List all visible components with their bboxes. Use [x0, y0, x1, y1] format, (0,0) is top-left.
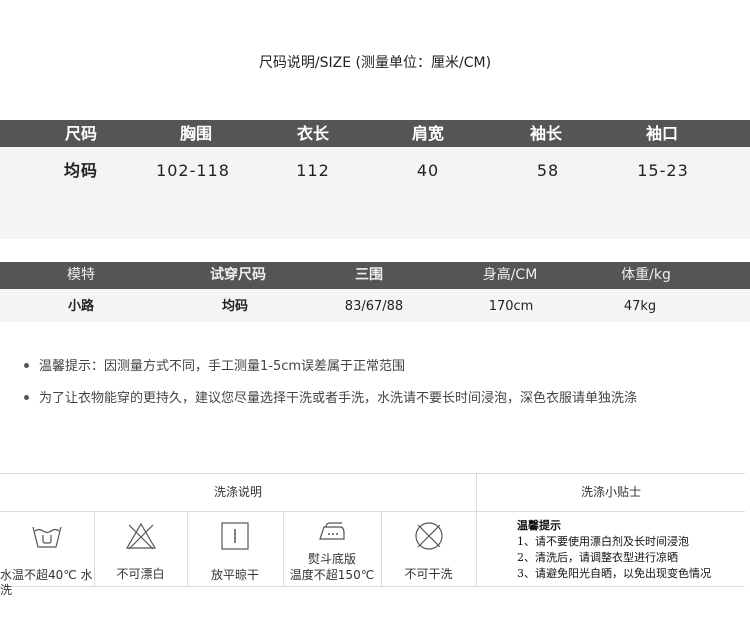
cell-chest: 102-118	[156, 161, 230, 180]
page-title: 尺码说明/SIZE (测量单位：厘米/CM)	[258, 55, 492, 71]
cell-measurements: 83/67/88	[344, 299, 404, 314]
size-table-row: 均码 102-118 112 40 58 15-23	[0, 147, 750, 239]
size-table-header: 尺码 胸围 衣长 肩宽 袖长 袖口	[0, 120, 750, 147]
cell-model: 小路	[67, 299, 94, 314]
wash-instructions-title: 洗涤说明	[213, 485, 262, 499]
no-dry-clean-icon	[414, 522, 443, 550]
note-text: 温馨提示：因测量方式不同，手工测量1-5cm误差属于正常范围	[39, 359, 406, 374]
bullet-icon	[24, 363, 29, 368]
header-sleeve: 袖长	[529, 124, 562, 143]
cell-try-size: 均码	[221, 299, 248, 314]
note-text: 为了让衣物能穿的更持久，建议您尽量选择干洗或者手洗，水洗请不要长时间浸泡，深色衣…	[39, 391, 638, 406]
cell-weight: 47kg	[623, 299, 657, 314]
wash-item-dryclean: 不可干洗	[381, 511, 476, 587]
header-weight: 体重/kg	[621, 267, 671, 283]
header-height: 身高/CM	[482, 267, 538, 283]
tip-item: 2、清洗后，请调整衣型进行凉晒	[517, 551, 678, 564]
cell-sleeve: 58	[536, 161, 560, 180]
tip-item: 3、请避免阳光自晒，以免出现变色情况	[517, 567, 711, 580]
wash-tips: 温馨提示 1、请不要使用漂白剂及长时间浸泡 2、清洗后，请调整衣型进行凉晒 3、…	[517, 518, 711, 582]
header-length: 衣长	[296, 124, 329, 143]
wash-tub-icon	[32, 526, 62, 548]
header-try-size: 试穿尺码	[210, 267, 266, 283]
header-cuff: 袖口	[645, 124, 678, 143]
model-table-row: 小路 均码 83/67/88 170cm 47kg	[0, 289, 750, 322]
wash-label: 不可漂白	[116, 567, 165, 581]
tips-heading: 温馨提示	[517, 519, 561, 532]
cell-length: 112	[296, 161, 330, 180]
wash-label: 放平晾干	[210, 568, 259, 582]
wash-item-iron: 熨斗底版 温度不超150℃	[283, 511, 381, 587]
note-care: 为了让衣物能穿的更持久，建议您尽量选择干洗或者手洗，水洗请不要长时间浸泡，深色衣…	[24, 387, 637, 406]
header-shoulder: 肩宽	[411, 124, 444, 143]
wash-label: 水温不超40℃ 水洗	[0, 568, 93, 597]
bullet-icon	[24, 395, 29, 400]
header-size: 尺码	[64, 124, 97, 143]
iron-icon	[319, 522, 345, 540]
wash-item-dry: 放平晾干	[187, 511, 283, 587]
wash-tips-title: 洗涤小贴士	[580, 485, 641, 499]
header-chest: 胸围	[179, 124, 212, 143]
no-bleach-icon	[125, 522, 156, 550]
header-model: 模特	[67, 267, 95, 283]
note-measurement: 温馨提示：因测量方式不同，手工测量1-5cm误差属于正常范围	[24, 355, 405, 374]
wash-item-water: 水温不超40℃ 水洗	[0, 511, 94, 597]
wash-label-line1: 熨斗底版	[307, 552, 356, 566]
cell-shoulder: 40	[416, 161, 440, 180]
wash-label-line2: 温度不超150℃	[289, 568, 375, 582]
wash-label: 不可干洗	[404, 567, 453, 581]
model-table-header: 模特 试穿尺码 三围 身高/CM 体重/kg	[0, 262, 750, 289]
wash-item-bleach: 不可漂白	[94, 511, 187, 587]
header-measurements: 三围	[355, 267, 383, 283]
cell-size: 均码	[63, 161, 98, 180]
cell-cuff: 15-23	[637, 161, 689, 180]
tip-item: 1、请不要使用漂白剂及长时间浸泡	[517, 535, 689, 548]
dry-flat-icon	[221, 522, 249, 550]
cell-height: 170cm	[488, 299, 534, 314]
wash-table: 洗涤说明 洗涤小贴士 水温不超40℃ 水洗 不可漂白 放平晾干 熨斗底版 温度不…	[0, 473, 750, 597]
